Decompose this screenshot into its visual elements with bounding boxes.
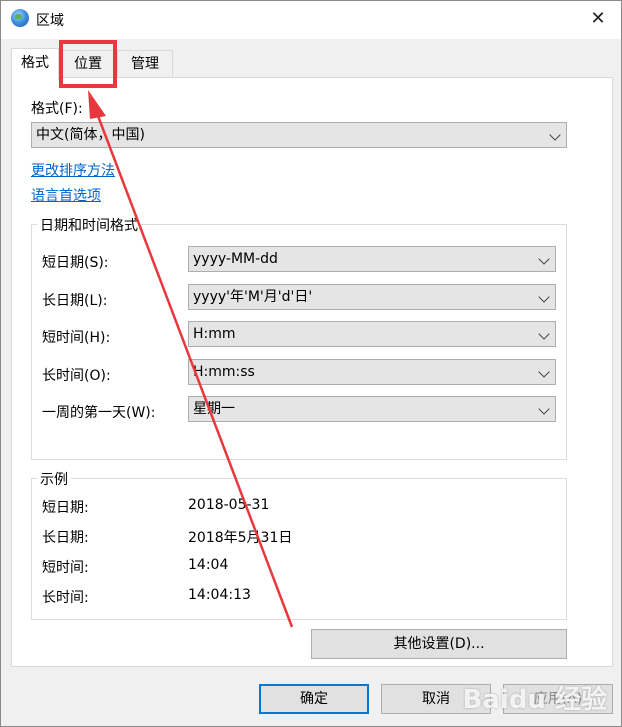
ok-button[interactable]: 确定 [259,684,369,714]
first-day-of-week-value: 星期一 [193,401,235,417]
short-date-combobox[interactable]: yyyy-MM-dd [188,246,556,272]
chevron-down-icon [538,403,550,415]
first-day-of-week-label: 一周的第一天(W): [42,405,156,421]
long-time-value: H:mm:ss [193,364,255,380]
title-bar: 区域 ✕ [1,1,621,39]
examples-group-title: 示例 [37,469,71,489]
short-time-label: 短时间(H): [42,330,111,346]
chevron-down-icon [538,291,550,303]
long-date-combobox[interactable]: yyyy'年'M'月'd'日' [188,284,556,310]
datetime-group-title: 日期和时间格式 [37,215,141,235]
tab-administrative[interactable]: 管理 [117,50,173,78]
long-date-value: yyyy'年'M'月'd'日' [193,289,313,305]
example-short-date-label: 短日期: [42,500,89,516]
language-preferences-link[interactable]: 语言首选项 [31,185,101,205]
datetime-format-group: 日期和时间格式 短日期(S): yyyy-MM-dd 长日期(L): yyyy'… [31,215,567,460]
example-short-date-value: 2018-05-31 [188,497,270,513]
chevron-down-icon [549,129,561,141]
example-short-time-label: 短时间: [42,560,89,576]
close-button[interactable]: ✕ [583,5,613,33]
long-time-combobox[interactable]: H:mm:ss [188,359,556,385]
example-long-time-label: 长时间: [42,590,89,606]
example-long-date-label: 长日期: [42,530,89,546]
short-time-combobox[interactable]: H:mm [188,321,556,347]
chevron-down-icon [538,253,550,265]
globe-icon [11,9,29,27]
long-date-label: 长日期(L): [42,293,108,309]
format-panel: 格式(F): 中文(简体，中国) 更改排序方法 语言首选项 日期和时间格式 短日… [11,77,613,667]
format-combobox[interactable]: 中文(简体，中国) [31,122,567,148]
example-short-time-value: 14:04 [188,557,229,573]
first-day-of-week-combobox[interactable]: 星期一 [188,396,556,422]
examples-group: 示例 短日期: 2018-05-31 长日期: 2018年5月31日 短时间: … [31,469,567,620]
tab-highlight-box [59,40,117,88]
long-time-label: 长时间(O): [42,368,111,384]
change-sort-link[interactable]: 更改排序方法 [31,160,115,180]
other-settings-button[interactable]: 其他设置(D)... [311,629,567,659]
chevron-down-icon [538,366,550,378]
tab-format[interactable]: 格式 [11,48,59,80]
watermark-logo: Baidu 经验 [462,685,607,715]
format-value: 中文(简体，中国) [36,127,145,143]
region-dialog: 区域 ✕ 格式 位置 管理 格式(F): 中文(简体，中国) 更改排序方法 语言… [0,0,622,727]
example-long-time-value: 14:04:13 [188,587,251,603]
window-title: 区域 [36,13,64,29]
short-date-value: yyyy-MM-dd [193,251,278,267]
short-date-label: 短日期(S): [42,255,109,271]
short-time-value: H:mm [193,326,236,342]
example-long-date-value: 2018年5月31日 [188,530,293,546]
format-label: 格式(F): [31,101,83,117]
chevron-down-icon [538,328,550,340]
